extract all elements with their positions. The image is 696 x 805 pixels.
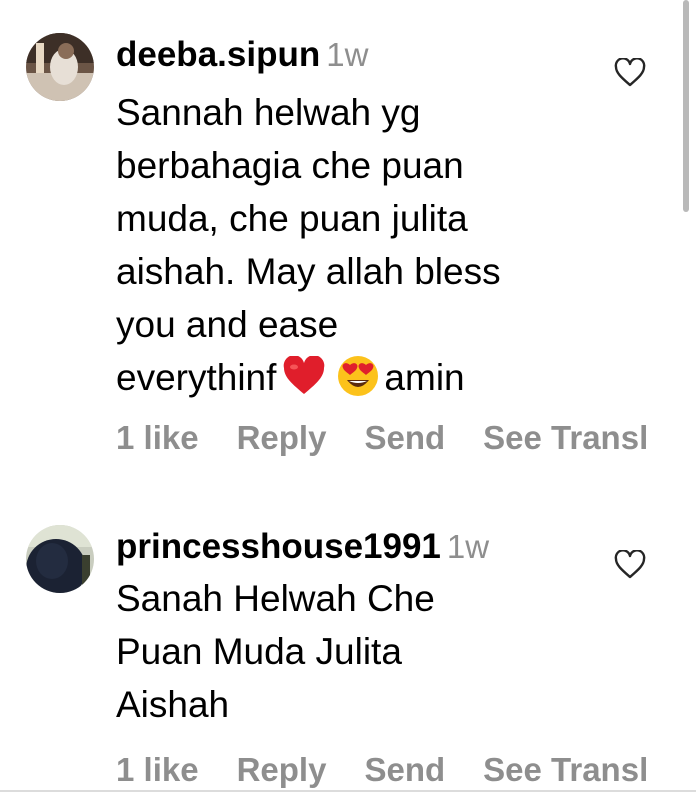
- comments-screen: deeba.sipun 1w Sannah helwah yg berbahagi…: [0, 0, 696, 805]
- send-button[interactable]: Send: [364, 751, 445, 788]
- see-translation-button[interactable]: See Transl: [483, 751, 648, 788]
- timestamp: 1w: [446, 528, 490, 565]
- divider: [0, 790, 696, 792]
- comment-text: Sanah Helwah Che Puan Muda Julita Aishah: [116, 572, 596, 731]
- send-button[interactable]: Send: [364, 419, 445, 456]
- red-heart-emoji: [284, 356, 325, 394]
- comment-body: Sanah Helwah Che Puan Muda Julita Aishah: [116, 578, 435, 725]
- reply-button[interactable]: Reply: [237, 751, 327, 788]
- heart-outline-icon[interactable]: [614, 550, 646, 580]
- comment-body-tail: amin: [384, 357, 465, 398]
- comment-text: Sannah helwah yg berbahagia che puan mud…: [116, 86, 596, 404]
- comment-actions: 1 like Reply Send See Transl: [116, 750, 686, 790]
- scrollbar[interactable]: [683, 0, 689, 212]
- reply-button[interactable]: Reply: [237, 419, 327, 456]
- comment-header: deeba.sipun 1w: [116, 32, 368, 85]
- avatar-image: [26, 525, 94, 593]
- see-translation-button[interactable]: See Transl: [483, 419, 648, 456]
- timestamp: 1w: [326, 36, 369, 73]
- username[interactable]: princesshouse1991: [116, 527, 441, 566]
- comment-header: princesshouse1991 1w: [116, 524, 489, 577]
- avatar[interactable]: [26, 525, 94, 593]
- heart-eyes-emoji: [338, 356, 379, 396]
- heart-outline-icon[interactable]: [614, 58, 646, 88]
- username[interactable]: deeba.sipun: [116, 35, 320, 74]
- comment-actions: 1 like Reply Send See Transl: [116, 418, 686, 458]
- likes-count[interactable]: 1 like: [116, 419, 199, 456]
- avatar-image: [26, 33, 94, 101]
- comment-body: Sannah helwah yg berbahagia che puan mud…: [116, 92, 501, 398]
- likes-count[interactable]: 1 like: [116, 751, 199, 788]
- avatar[interactable]: [26, 33, 94, 101]
